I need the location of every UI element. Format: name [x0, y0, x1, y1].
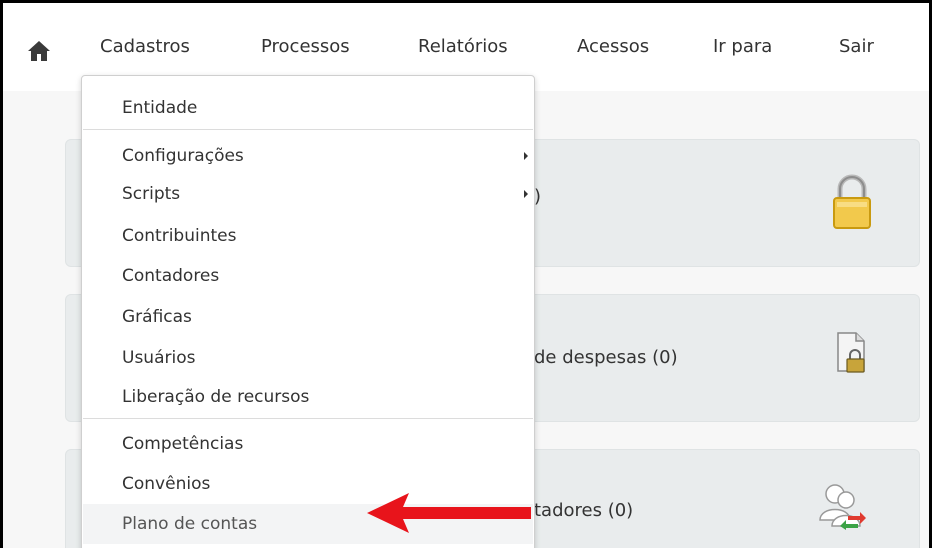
home-icon[interactable] [27, 39, 51, 63]
app-window: Cadastros Processos Relatórios Acessos I… [0, 0, 932, 548]
submenu-arrow-icon [524, 190, 528, 198]
menu-acessos[interactable]: Acessos [577, 36, 649, 57]
menu-item-liberacao-de-recursos[interactable]: Liberação de recursos [83, 377, 533, 417]
card-label: ) [534, 186, 542, 207]
menu-item-entidade[interactable]: Entidade [83, 88, 533, 128]
menu-cadastros[interactable]: Cadastros [100, 36, 190, 57]
menu-divider [83, 129, 533, 130]
menu-processos[interactable]: Processos [261, 36, 350, 57]
submenu-arrow-icon [524, 152, 528, 160]
users-transfer-icon [819, 484, 866, 530]
menu-ir-para[interactable]: Ir para [713, 36, 772, 57]
red-arrow-annotation [367, 493, 531, 533]
menu-item-scripts[interactable]: Scripts [83, 174, 533, 214]
menu-item-usuarios[interactable]: Usuários [83, 338, 533, 378]
lock-icon [833, 174, 871, 229]
menu-item-competencias[interactable]: Competências [83, 424, 533, 464]
menu-relatorios[interactable]: Relatórios [418, 36, 508, 57]
menu-divider [83, 418, 533, 419]
menu-item-graficas[interactable]: Gráficas [83, 297, 533, 337]
card-label: de despesas (0) [534, 347, 678, 368]
card-label: tadores (0) [534, 500, 634, 521]
menu-item-configuracoes[interactable]: Configurações [83, 136, 533, 176]
document-lock-icon [837, 332, 865, 373]
menu-item-contribuintes[interactable]: Contribuintes [83, 216, 533, 256]
menu-item-contadores[interactable]: Contadores [83, 256, 533, 296]
menu-sair[interactable]: Sair [839, 36, 874, 57]
cadastros-dropdown-menu: Entidade Configurações Scripts Contribui… [81, 75, 535, 548]
